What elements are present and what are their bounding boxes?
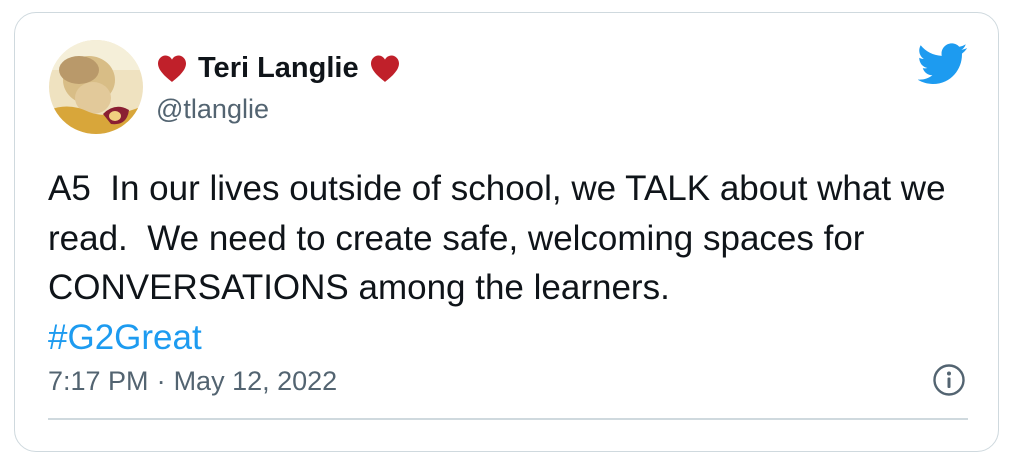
twitter-bird-icon[interactable]	[918, 43, 968, 85]
heart-icon	[158, 55, 186, 82]
hashtag-link[interactable]: #G2Great	[48, 318, 202, 357]
tweet-timestamp[interactable]: 7:17 PM · May 12, 2022	[48, 364, 337, 398]
tweet-time: 7:17 PM	[48, 366, 149, 396]
author-row: Teri Langlie	[156, 51, 401, 85]
meta-separator: ·	[156, 366, 166, 396]
tweet-date: May 12, 2022	[173, 366, 338, 396]
tweet-card[interactable]: Teri Langlie @tlanglie A5 In our lives o…	[14, 12, 999, 452]
author-name[interactable]: Teri Langlie	[198, 51, 359, 85]
avatar[interactable]	[49, 40, 143, 134]
tweet-body: A5 In our lives outside of school, we TA…	[48, 169, 956, 307]
author-handle[interactable]: @tlanglie	[156, 93, 269, 125]
heart-icon	[370, 55, 399, 82]
tweet-text: A5 In our lives outside of school, we TA…	[48, 164, 978, 362]
divider	[48, 418, 968, 420]
info-icon[interactable]	[932, 363, 966, 397]
